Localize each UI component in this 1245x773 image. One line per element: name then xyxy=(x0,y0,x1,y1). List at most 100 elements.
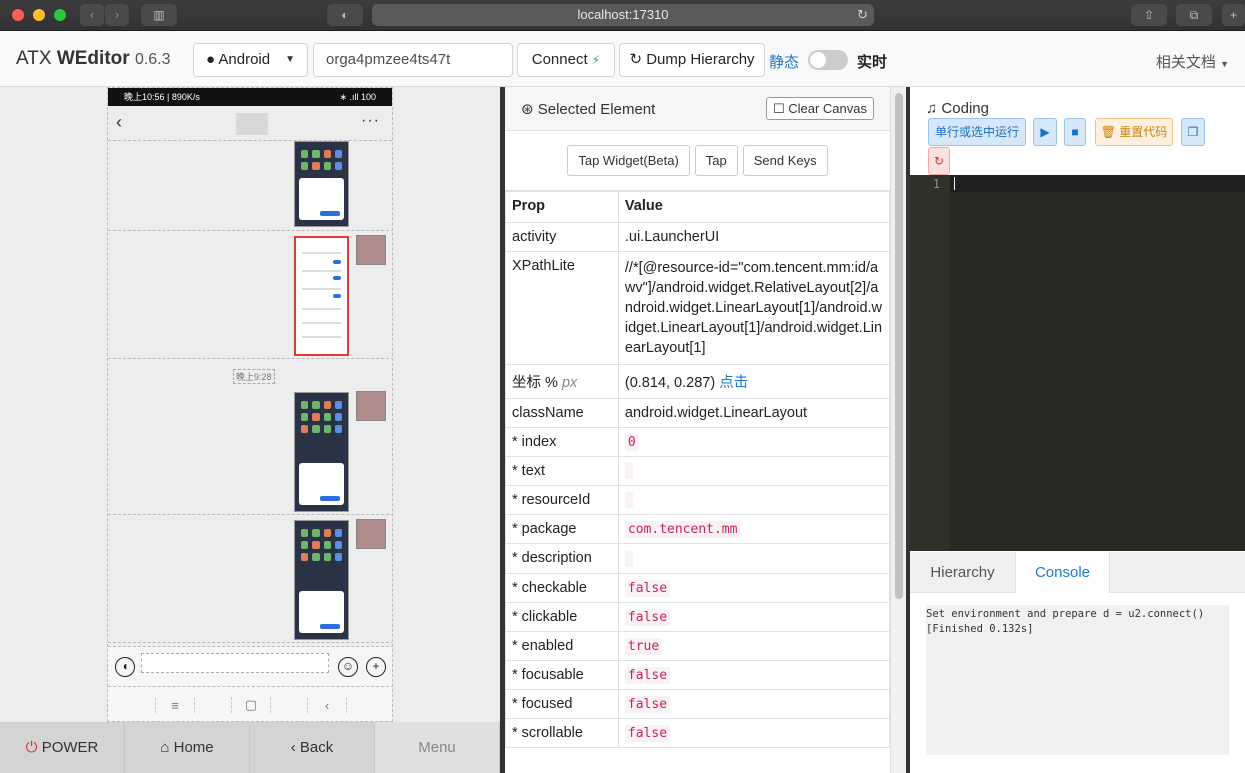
clear-canvas-button[interactable]: ☐ Clear Canvas xyxy=(765,97,874,120)
message-image[interactable] xyxy=(294,141,349,227)
prop-value xyxy=(617,455,890,487)
power-button[interactable]: ⏻ POWER xyxy=(0,722,125,773)
browser-toolbar: ‹ › ▥ ◐ localhost:17310 ↻ ⇧ ⧉ + xyxy=(0,0,1245,31)
play-icon[interactable]: ▶ xyxy=(1033,118,1057,146)
add-icon[interactable]: + xyxy=(366,657,386,677)
reset-code-label: 重置代码 xyxy=(1119,125,1168,139)
stop-icon[interactable]: ■ xyxy=(1064,118,1086,146)
table-row: * text xyxy=(505,455,890,487)
prop-key: className xyxy=(505,398,619,428)
platform-select[interactable]: ● Android ▼ xyxy=(193,43,308,77)
reset-code-button[interactable]: 🗑 重置代码 xyxy=(1095,118,1173,146)
code-editor[interactable]: 1 xyxy=(910,175,1245,551)
chat-message[interactable] xyxy=(108,387,392,515)
prop-value: false xyxy=(617,659,890,690)
dump-hierarchy-label: Dump Hierarchy xyxy=(646,51,755,68)
prop-value: false xyxy=(617,688,890,719)
emoji-icon[interactable]: ☺ xyxy=(338,657,358,677)
prop-key: * enabled xyxy=(505,630,619,661)
brand-prefix: ATX xyxy=(16,48,57,69)
live-mode-toggle[interactable] xyxy=(808,50,848,70)
more-icon[interactable]: ··· xyxy=(361,112,380,130)
xpath-value: //*[@resource-id="com.tencent.mm:id/awv"… xyxy=(617,251,890,365)
prop-value: false xyxy=(617,601,890,632)
new-tab-icon[interactable]: + xyxy=(1222,4,1245,26)
prop-value: (0.814, 0.287) 点击 xyxy=(617,364,890,399)
tab-console[interactable]: Console xyxy=(1015,552,1110,593)
docs-label: 相关文档 xyxy=(1155,54,1216,71)
home-button[interactable]: ⌂ Home xyxy=(125,722,250,773)
table-row: * description xyxy=(505,543,890,574)
tap-widget-button[interactable]: Tap Widget(Beta) xyxy=(567,145,690,176)
send-keys-button[interactable]: Send Keys xyxy=(742,145,828,176)
selected-element-panel: ⊛ Selected Element ☐ Clear Canvas Tap Wi… xyxy=(505,87,890,773)
prop-key: * text xyxy=(505,455,619,487)
coding-title-label: Coding xyxy=(941,100,989,117)
window-minimize-button[interactable] xyxy=(33,9,45,21)
share-icon[interactable]: ⇧ xyxy=(1131,4,1167,26)
prop-value-code: com.tencent.mm xyxy=(624,521,741,539)
chat-message-selected[interactable] xyxy=(108,231,392,359)
privacy-shield-icon[interactable]: ◐ xyxy=(327,4,363,26)
docs-dropdown[interactable]: 相关文档 ▼ xyxy=(1156,51,1229,72)
chat-message[interactable] xyxy=(108,515,392,643)
prop-value: 0 xyxy=(617,427,890,457)
device-button-bar: ⏻ POWER ⌂ Home ‹ Back Menu xyxy=(0,722,500,773)
device-serial-input[interactable]: orga4pmzee4ts47t xyxy=(313,43,513,77)
prop-key: 坐标 % px xyxy=(505,364,619,399)
selected-element-label: Selected Element xyxy=(537,101,656,118)
scrollbar-thumb[interactable] xyxy=(895,93,903,599)
home-key-icon[interactable]: ▢ xyxy=(231,697,271,713)
prop-key: XPathLite xyxy=(505,251,619,365)
browser-back-icon[interactable]: ‹ xyxy=(80,4,104,26)
dump-hierarchy-button[interactable]: ↻ Dump Hierarchy xyxy=(619,43,765,77)
browser-forward-icon[interactable]: › xyxy=(105,4,129,26)
phone-screenshot[interactable]: 晚上10:56 | 890K/s ∗ .ıll 100 ‹ ··· 晚上9:28… xyxy=(107,87,393,722)
properties-scrollbar[interactable] xyxy=(890,87,906,773)
sender-avatar[interactable] xyxy=(356,235,386,265)
selected-message-image[interactable] xyxy=(294,236,349,356)
address-bar[interactable]: localhost:17310 ↻ xyxy=(372,4,874,26)
chat-back-icon[interactable]: ‹ xyxy=(116,112,122,133)
back-key-icon[interactable]: ‹ xyxy=(307,697,347,713)
coord-click-link[interactable]: 点击 xyxy=(719,375,748,391)
restart-icon[interactable]: ↻ xyxy=(928,147,950,175)
status-time: 晚上10:56 | 890K/s xyxy=(124,92,200,102)
chat-text-input[interactable] xyxy=(141,653,329,673)
clear-canvas-label: Clear Canvas xyxy=(788,101,867,116)
connect-button[interactable]: Connect ⚡ xyxy=(517,43,615,77)
chat-message[interactable] xyxy=(108,141,392,231)
chevron-down-icon: ▼ xyxy=(1220,59,1229,69)
console-line: Set environment and prepare d = u2.conne… xyxy=(926,608,1205,620)
crosshair-icon: ⊛ xyxy=(521,101,534,118)
menu-key-icon[interactable]: ≡ xyxy=(155,697,195,713)
active-line xyxy=(950,175,1245,192)
sender-avatar[interactable] xyxy=(356,519,386,549)
coord-unit-label: px xyxy=(561,375,578,391)
voice-icon[interactable]: ◖ xyxy=(115,657,135,677)
back-button[interactable]: ‹ Back xyxy=(250,722,375,773)
sender-avatar[interactable] xyxy=(356,391,386,421)
table-row: className android.widget.LinearLayout xyxy=(505,398,890,428)
message-image[interactable] xyxy=(294,392,349,512)
console-output: Set environment and prepare d = u2.conne… xyxy=(926,605,1229,755)
table-row: * clickable false xyxy=(505,601,890,632)
reload-icon[interactable]: ↻ xyxy=(857,4,868,26)
sidebar-toggle-icon[interactable]: ▥ xyxy=(141,4,177,26)
window-maximize-button[interactable] xyxy=(54,9,66,21)
menu-button[interactable]: Menu xyxy=(375,722,500,773)
prop-value-code: false xyxy=(624,695,671,713)
tab-hierarchy[interactable]: Hierarchy xyxy=(910,552,1015,593)
copy-icon[interactable]: ❐ xyxy=(1181,118,1205,146)
coord-value: (0.814, 0.287) xyxy=(624,375,716,391)
connect-label: Connect xyxy=(531,51,588,68)
window-close-button[interactable] xyxy=(12,9,24,21)
run-selected-button[interactable]: 单行或选中运行 xyxy=(928,118,1026,146)
app-navbar: ATX WEditor 0.6.3 ● Android ▼ orga4pmzee… xyxy=(0,31,1245,87)
prop-value: false xyxy=(617,717,890,748)
message-image[interactable] xyxy=(294,520,349,640)
prop-key: * focused xyxy=(505,688,619,719)
tap-button[interactable]: Tap xyxy=(694,145,738,176)
tabs-overview-icon[interactable]: ⧉ xyxy=(1176,4,1212,26)
prop-value-code: false xyxy=(624,608,671,626)
